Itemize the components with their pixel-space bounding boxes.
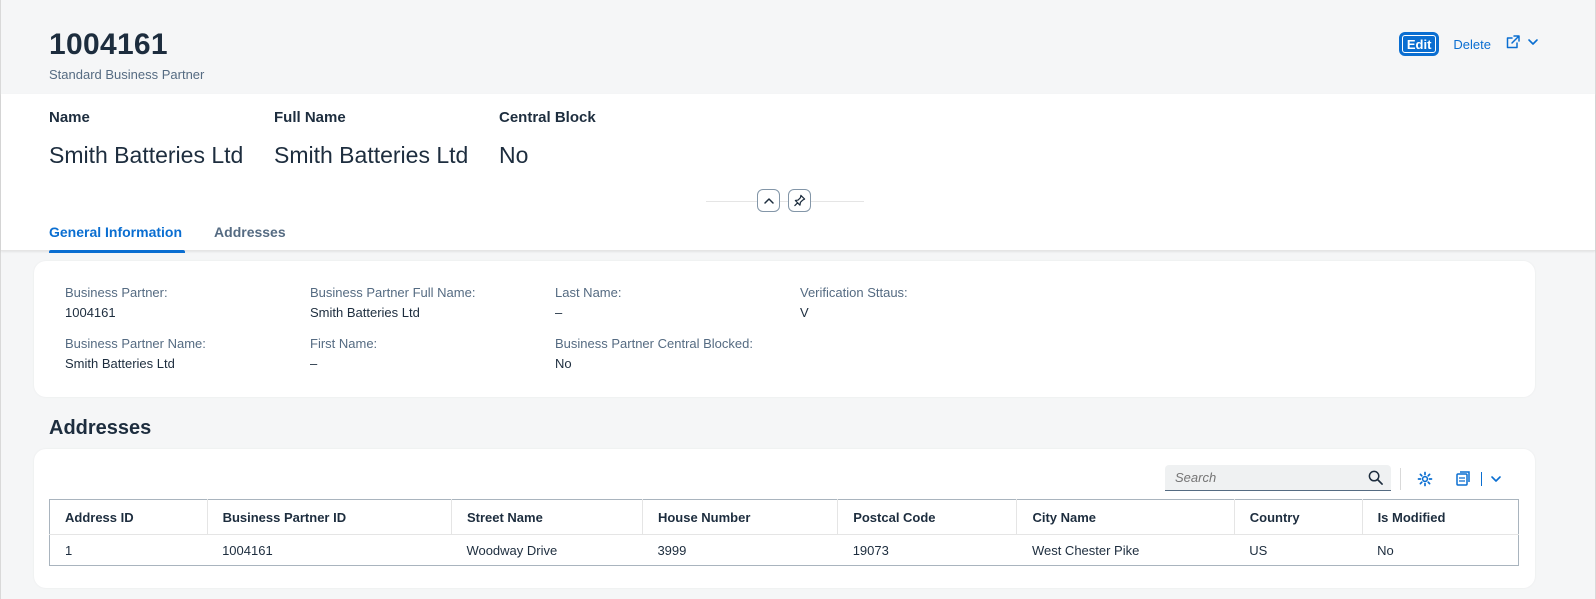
search-icon[interactable] [1368,470,1383,485]
addresses-table: Address ID Business Partner ID Street Na… [49,499,1520,566]
field-business-partner: Business Partner: 1004161 [65,285,168,320]
header-actions: Edit Delete [1398,32,1539,56]
field-label: Verification Sttaus: [800,285,908,300]
table-cell: 1004161 [207,534,452,566]
share-icon [1505,34,1521,55]
split-divider [1481,472,1482,486]
field-value: 1004161 [65,305,116,320]
collapse-header-icon [763,197,774,204]
field-value: – [310,356,318,371]
field-label: Business Partner Central Blocked: [555,336,753,351]
kpi-label: Central Block [499,109,596,126]
delete-button[interactable]: Delete [1453,37,1491,52]
kpi-label: Name [49,109,90,126]
kpi-name: Name Smith Batteries Ltd [49,109,243,169]
field-value: No [555,356,572,371]
table-cell: Woodway Drive [451,534,643,566]
toolbar-separator [1400,468,1401,490]
tab-bar: General Information Addresses [49,224,286,253]
field-value: Smith Batteries Ltd [65,356,175,371]
field-first-name: First Name: – [310,336,377,371]
table-cell: 19073 [837,534,1017,566]
field-business-partner-name: Business Partner Name: Smith Batteries L… [65,336,206,371]
export-icon [1456,471,1470,486]
object-header: 1004161 Standard Business Partner Edit D… [1,0,1595,94]
field-last-name: Last Name: – [555,285,621,320]
page-title: 1004161 [49,28,168,61]
kpi-value: Smith Batteries Ltd [49,142,244,168]
column-header[interactable]: Street Name [451,499,643,535]
field-value: – [555,305,563,320]
export-menu-button[interactable] [1456,468,1502,490]
field-label: Business Partner: [65,285,168,300]
field-label: First Name: [310,336,378,351]
search-input[interactable] [1175,470,1355,485]
table-cell: No [1362,534,1520,566]
general-information-card: Business Partner: 1004161 Business Partn… [34,261,1535,397]
header-divider [706,201,864,202]
collapse-header-button[interactable] [757,189,780,212]
settings-icon [1417,471,1433,487]
column-header[interactable]: Is Modified [1362,499,1520,535]
column-header[interactable]: Country [1234,499,1363,535]
column-header[interactable]: House Number [642,499,839,535]
edit-button[interactable]: Edit [1398,32,1440,56]
addresses-section-title: Addresses [49,417,152,439]
kpi-value: Smith Batteries Ltd [274,142,469,168]
table-header-row: Address ID Business Partner ID Street Na… [49,499,1520,535]
column-header[interactable]: City Name [1016,499,1235,535]
field-label: Business Partner Name: [65,336,206,351]
kpi-label: Full Name [274,109,346,126]
field-central-blocked: Business Partner Central Blocked: No [555,336,753,371]
tab-addresses[interactable]: Addresses [214,224,286,249]
page-subtitle: Standard Business Partner [49,67,205,82]
field-value: Smith Batteries Ltd [310,305,420,320]
field-label: Last Name: [555,285,622,300]
field-label: Business Partner Full Name: [310,285,476,300]
table-cell: US [1234,534,1363,566]
field-full-name: Business Partner Full Name: Smith Batter… [310,285,475,320]
chevron-down-icon [1527,35,1539,53]
search-field[interactable] [1165,465,1391,491]
kpi-full-name: Full Name Smith Batteries Ltd [274,109,468,169]
share-menu-button[interactable] [1505,34,1539,55]
table-cell: 3999 [642,534,838,566]
pin-header-button[interactable] [788,189,811,212]
field-verification-status: Verification Sttaus: V [800,285,908,320]
column-header[interactable]: Business Partner ID [207,499,452,535]
kpi-central-block: Central Block No [499,109,596,169]
column-header[interactable]: Address ID [49,499,208,535]
chevron-down-icon [1491,476,1501,482]
table-cell: 1 [49,534,208,566]
addresses-card: Address ID Business Partner ID Street Na… [34,449,1535,588]
header-content: Name Smith Batteries Ltd Full Name Smith… [1,94,1595,253]
table-settings-button[interactable] [1417,468,1433,490]
pin-icon [794,194,806,207]
table-cell: West Chester Pike [1016,534,1235,566]
kpi-value: No [499,142,529,168]
app-frame: 1004161 Standard Business Partner Edit D… [0,0,1596,599]
field-value: V [800,305,809,320]
column-header[interactable]: Postcal Code [837,499,1018,535]
tab-general-information[interactable]: General Information [49,224,186,253]
table-row[interactable]: 1 1004161 Woodway Drive 3999 19073 West … [49,534,1520,566]
